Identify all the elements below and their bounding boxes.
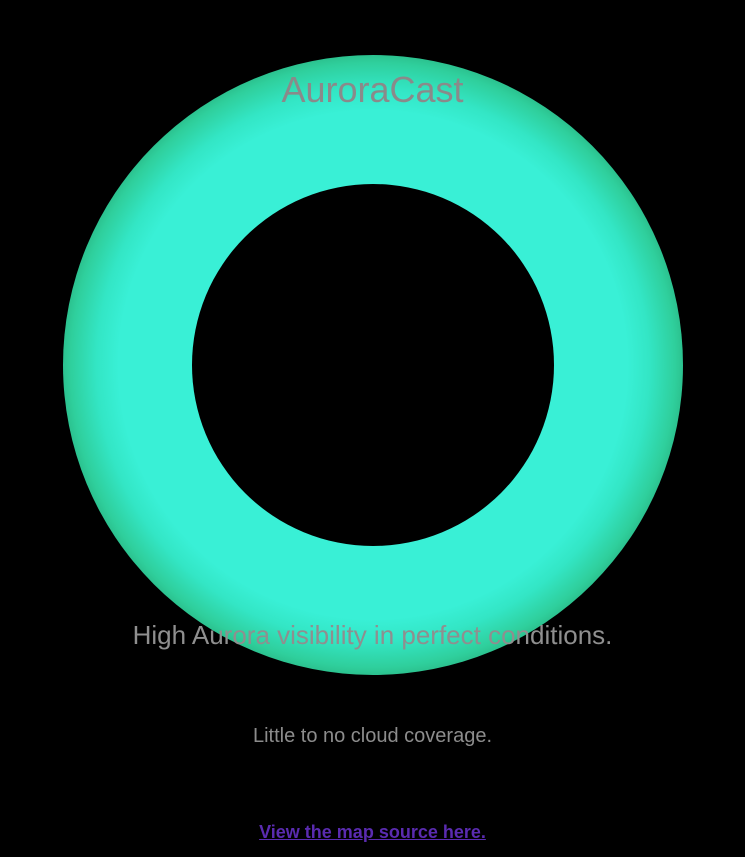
app-title: AuroraCast	[281, 69, 464, 110]
aurora-page: AuroraCast High Aurora visibility in per…	[0, 0, 745, 857]
aurora-indicator-core	[192, 184, 554, 546]
map-source-link[interactable]: View the map source here.	[259, 822, 486, 842]
map-source-row: View the map source here.	[0, 820, 745, 844]
cloud-coverage-note: Little to no cloud coverage.	[252, 725, 493, 747]
visibility-headline: High Aurora visibility in perfect condit…	[132, 620, 613, 650]
